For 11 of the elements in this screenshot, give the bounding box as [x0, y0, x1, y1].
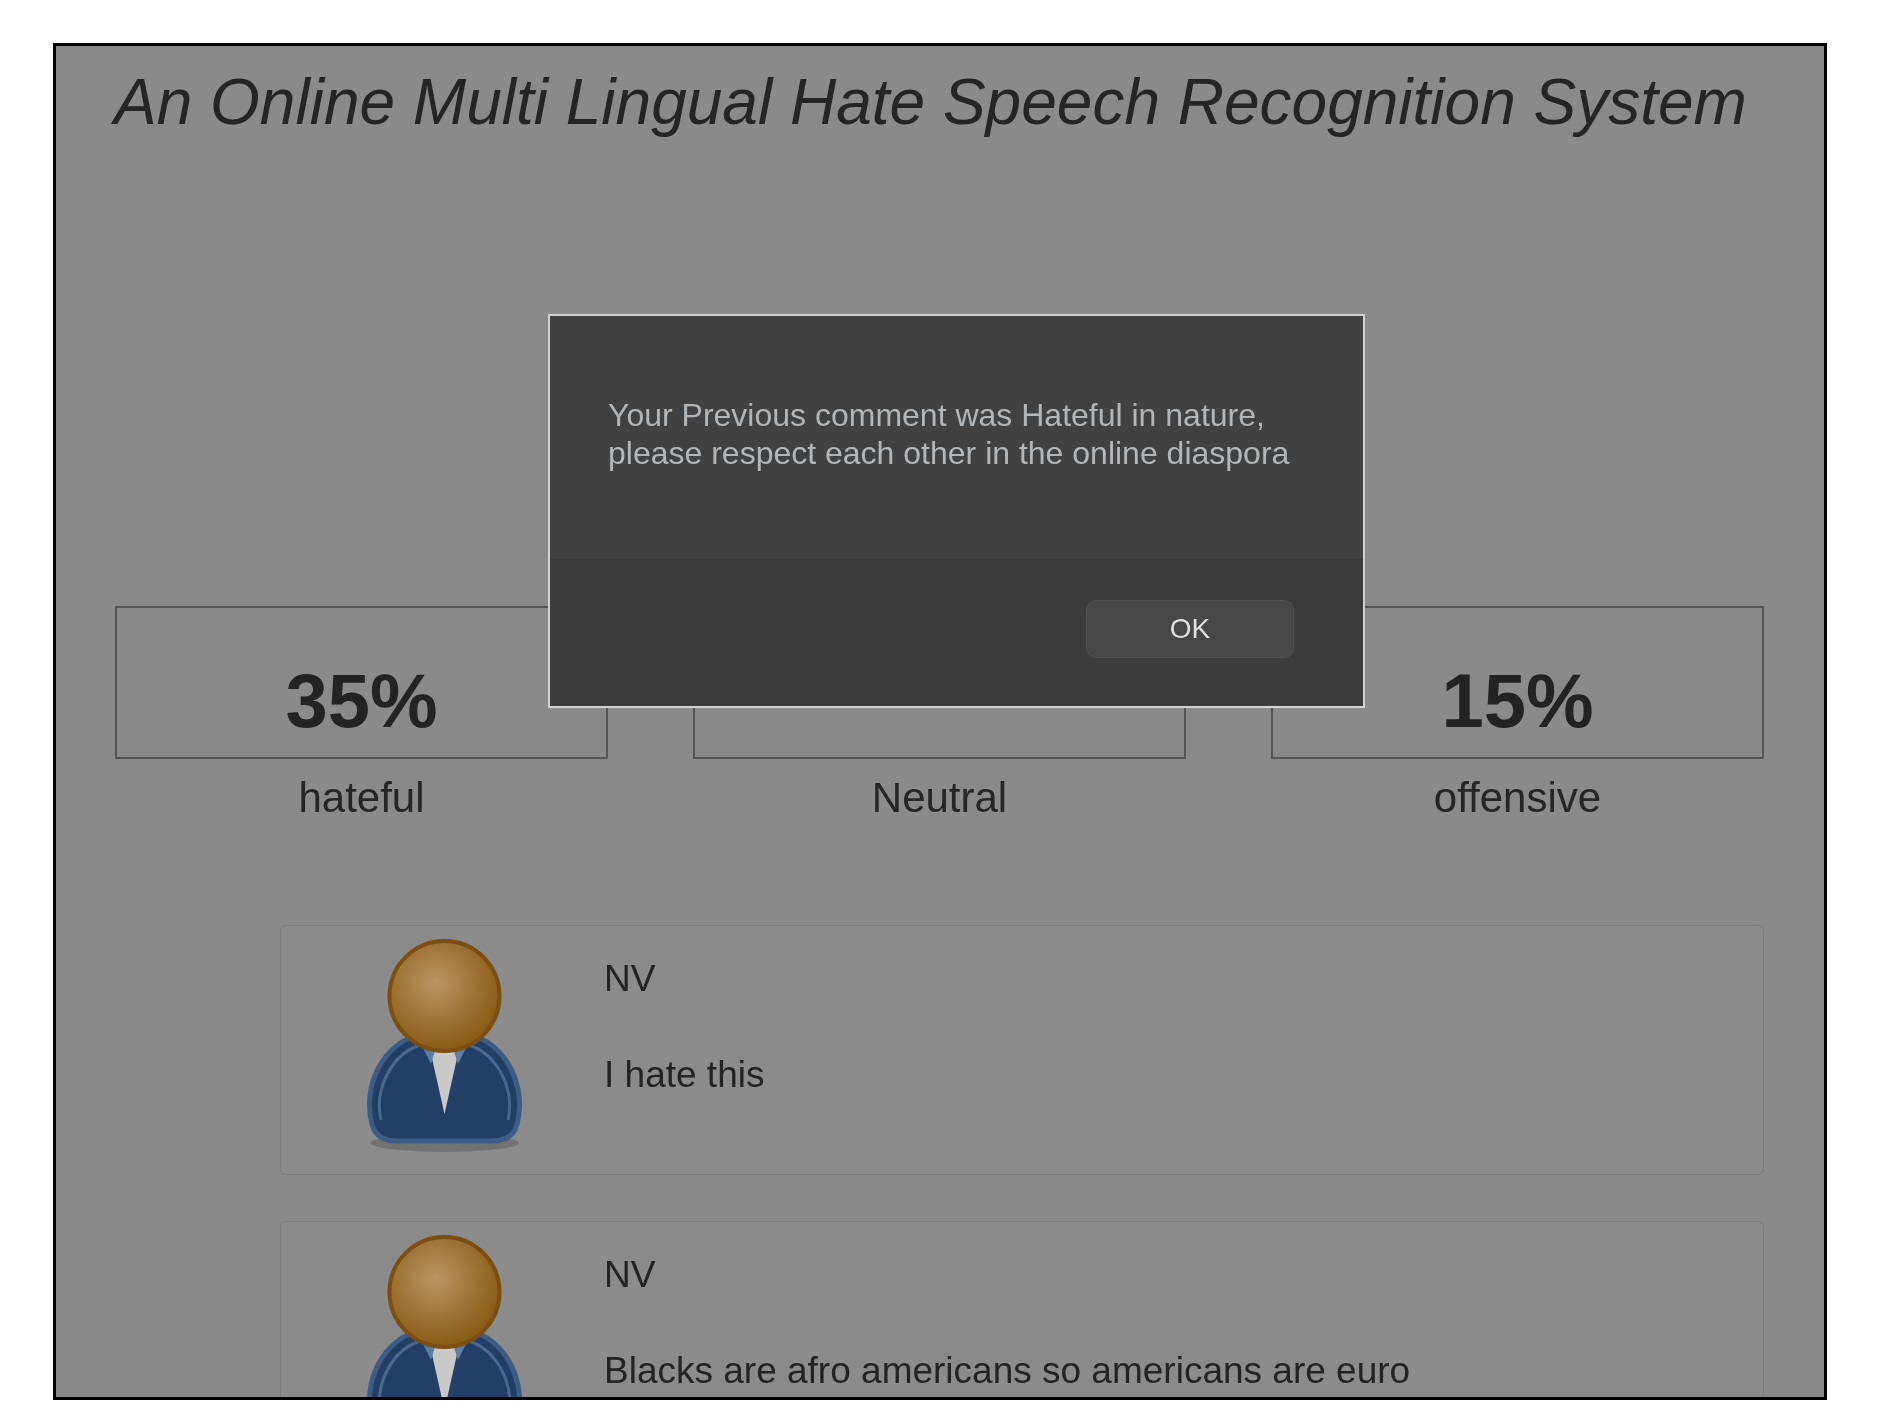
stat-value: 15%	[1440, 662, 1595, 739]
dialog-button[interactable]: OK	[1086, 600, 1294, 658]
stat-label: hateful	[297, 772, 426, 823]
comment-author: NV	[604, 1253, 657, 1298]
stat-label: Neutral	[870, 772, 1009, 823]
stat-label: offensive	[1432, 772, 1603, 823]
comment-author: NV	[604, 957, 657, 1002]
alert-message: Your Previous comment was Hateful in nature, please respect each other in the online diaspora	[608, 396, 1291, 473]
comment-text: I hate this	[604, 1052, 765, 1097]
stat-value: 35%	[284, 662, 439, 739]
comment-text: Blacks are afro americans so americans are euro	[604, 1348, 1411, 1393]
